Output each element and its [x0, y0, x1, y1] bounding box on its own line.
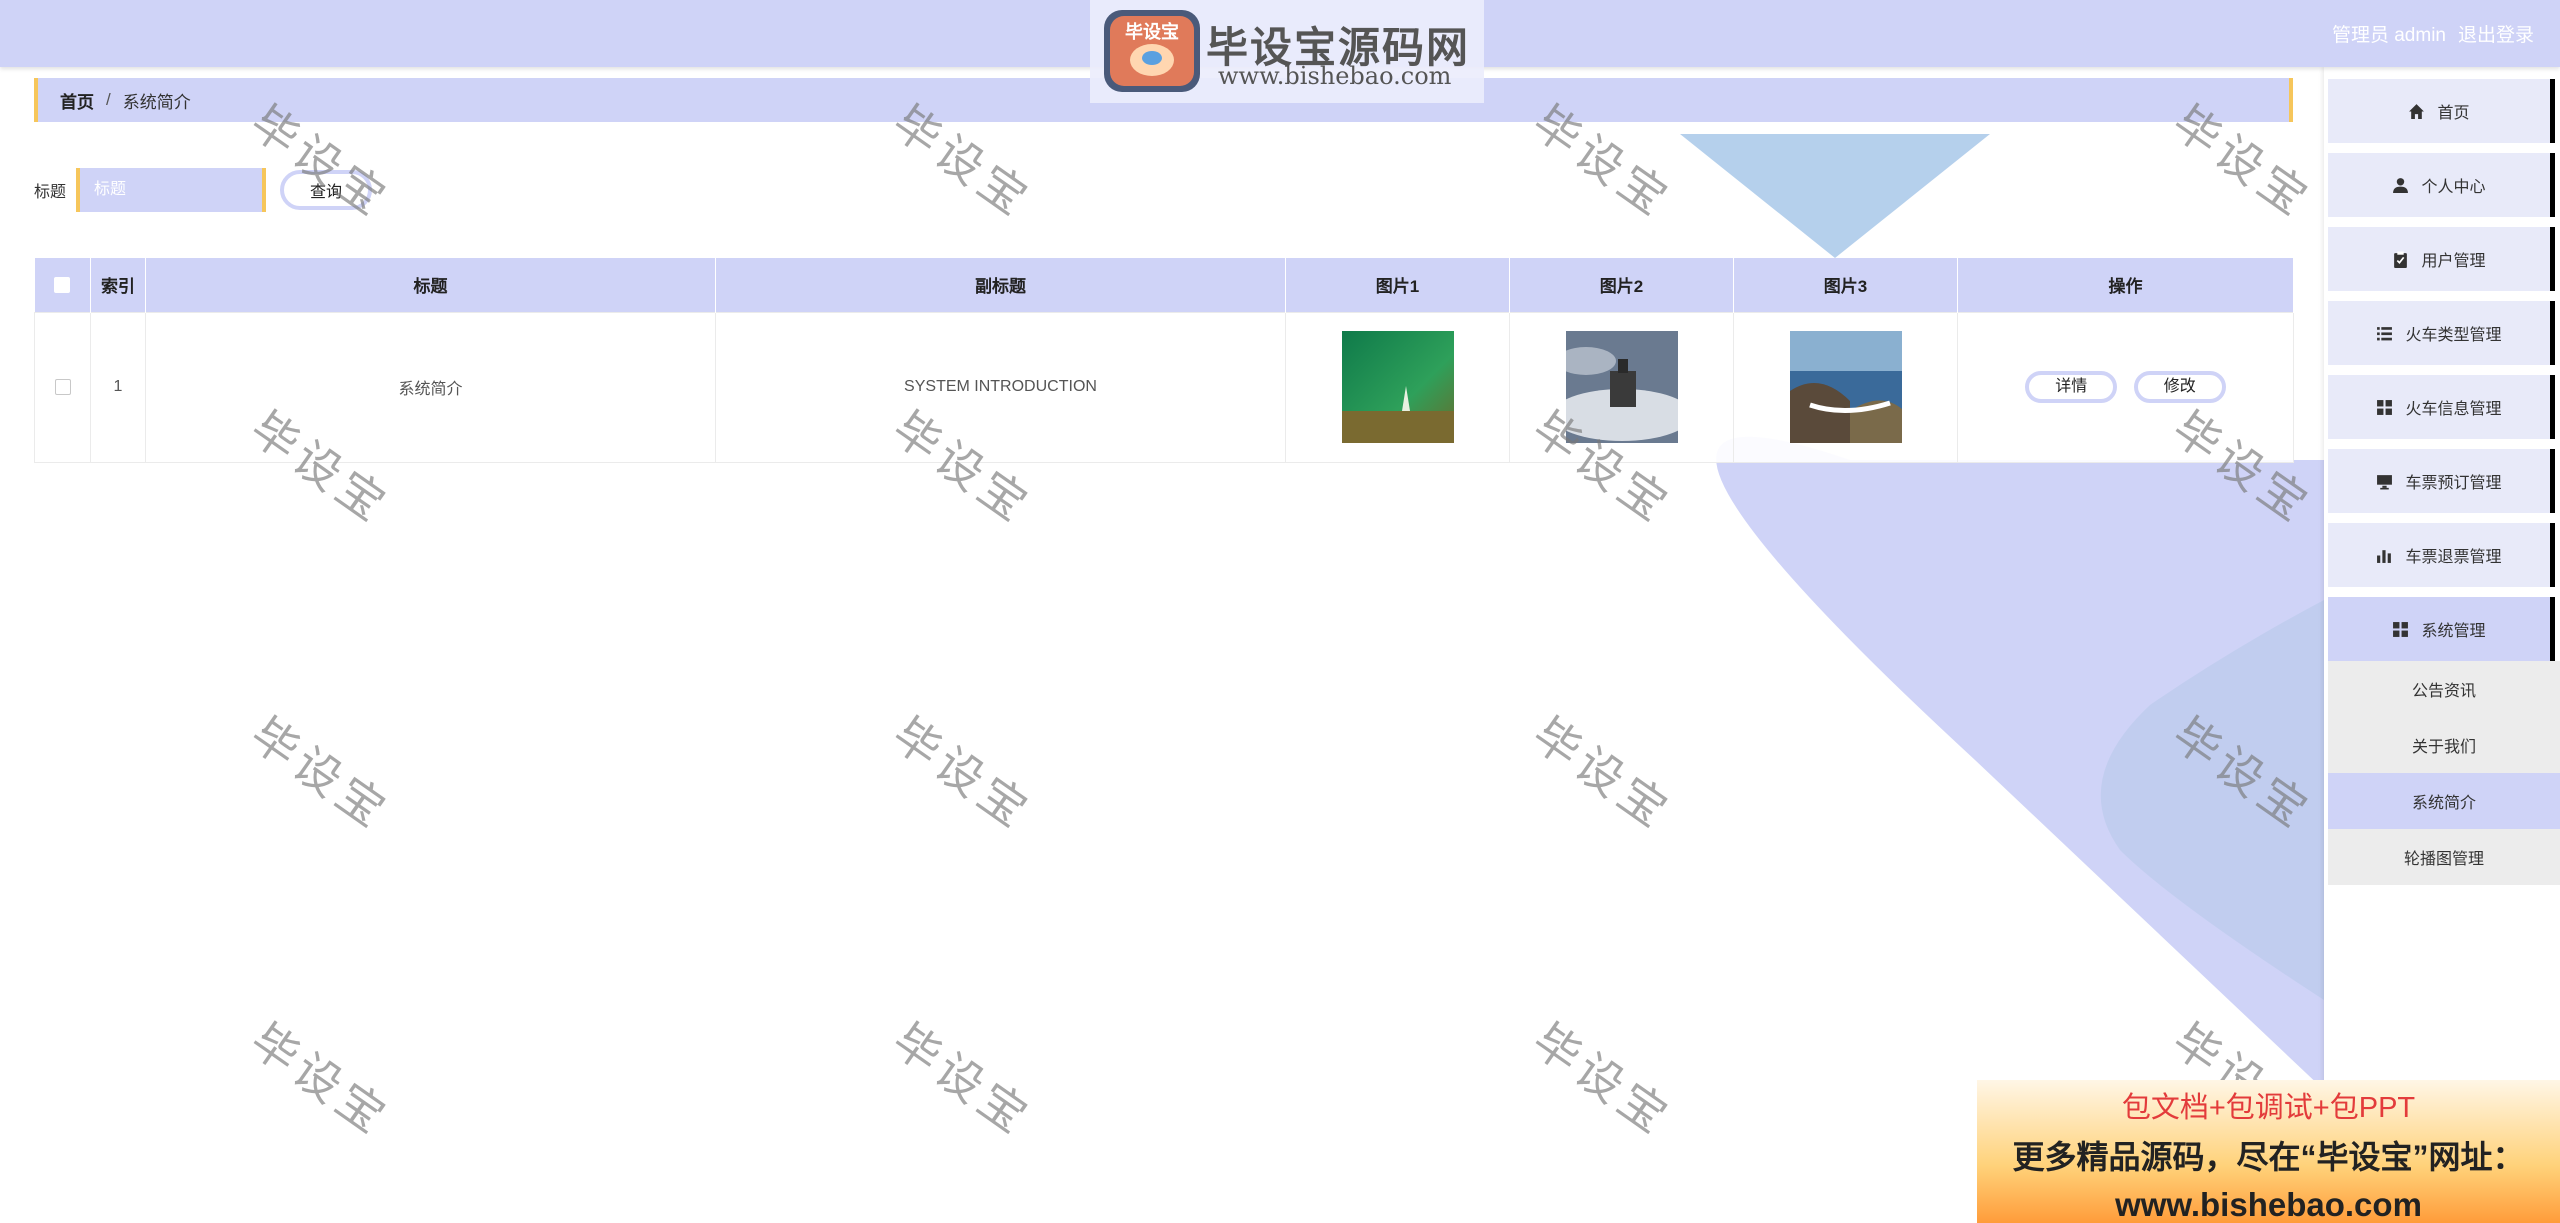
row-select-cell — [34, 311, 91, 463]
column-header-image2: 图片2 — [1509, 258, 1734, 312]
sidebar-item-label: 用户管理 — [2421, 253, 2486, 270]
user-icon — [2393, 177, 2409, 193]
row-image1-cell — [1285, 311, 1510, 463]
sidebar-item-train-info[interactable]: 火车信息管理 — [2328, 375, 2555, 439]
castle-in-clouds-thumbnail[interactable] — [1565, 331, 1678, 443]
search-label: 标题 — [34, 184, 67, 201]
coastal-rocks-thumbnail[interactable] — [1789, 331, 1902, 443]
sidebar-item-system[interactable]: 系统管理 — [2328, 597, 2555, 661]
home-icon — [2409, 103, 2425, 119]
logo-badge-text: 毕设宝 — [1125, 21, 1179, 43]
logout-link[interactable]: 退出登录 — [2458, 20, 2534, 47]
promo-line-2: 更多精品源码，尽在“毕设宝”网址： — [2012, 1139, 2525, 1175]
data-table: 索引 标题 副标题 图片1 图片2 图片3 操作 1 系统简介 SYSTEM I… — [34, 258, 2294, 463]
breadcrumb-separator: / — [106, 90, 111, 109]
breadcrumb-home[interactable]: 首页 — [60, 88, 94, 113]
row-index: 1 — [90, 311, 146, 463]
sidebar-item-label: 个人中心 — [2421, 179, 2486, 196]
sidebar-item-profile[interactable]: 个人中心 — [2328, 153, 2555, 217]
logo-badge-icon: 毕设宝 — [1104, 10, 1200, 92]
column-header-title: 标题 — [145, 258, 716, 312]
sidebar-item-train-types[interactable]: 火车类型管理 — [2328, 301, 2555, 365]
search-button[interactable]: 查询 — [280, 170, 373, 210]
column-header-actions: 操作 — [1957, 258, 2294, 312]
row-image2-cell — [1509, 311, 1734, 463]
grid-icon — [2377, 399, 2393, 415]
row-subtitle: SYSTEM INTRODUCTION — [715, 311, 1286, 463]
row-checkbox[interactable] — [54, 378, 71, 395]
page: 管理员 admin 退出登录 毕设宝 毕设宝源码网 www.bishebao.c… — [0, 0, 2560, 1223]
sidebar-item-label: 火车类型管理 — [2405, 327, 2502, 344]
clipboard-icon — [2394, 251, 2408, 268]
row-image3-cell — [1733, 311, 1958, 463]
background-decoration — [1680, 134, 2324, 1091]
promo-banner[interactable]: 包文档+包调试+包PPT 更多精品源码，尽在“毕设宝”网址： www.bishe… — [1977, 1080, 2560, 1223]
sidebar-item-label: 火车信息管理 — [2405, 401, 2502, 418]
sidebar-item-label: 首页 — [2437, 105, 2470, 122]
list-icon — [2377, 326, 2393, 340]
sidebar-subitem-system-intro[interactable]: 系统简介 — [2328, 773, 2560, 829]
sidebar-subitem-carousel[interactable]: 轮播图管理 — [2328, 829, 2560, 885]
grid-icon — [2393, 621, 2409, 637]
column-header-subtitle: 副标题 — [715, 258, 1286, 312]
detail-button[interactable]: 详情 — [2025, 371, 2118, 403]
bar-chart-icon — [2377, 549, 2392, 563]
user-area: 管理员 admin 退出登录 — [2332, 20, 2534, 47]
sidebar-item-booking[interactable]: 车票预订管理 — [2328, 449, 2555, 513]
column-header-image3: 图片3 — [1733, 258, 1958, 312]
sidebar: 首页 个人中心 用户管理 火车类型管理 火车信息管理 车票预订管理 车票退票管理 — [2324, 67, 2560, 1223]
column-header-index: 索引 — [90, 258, 146, 312]
row-actions: 详情 修改 — [1957, 311, 2294, 463]
select-all-checkbox[interactable] — [54, 277, 71, 294]
sidebar-item-users[interactable]: 用户管理 — [2328, 227, 2555, 291]
current-user-label: 管理员 admin — [2331, 25, 2446, 46]
sidebar-subitem-announcements[interactable]: 公告资讯 — [2328, 661, 2560, 717]
sidebar-subitem-about-us[interactable]: 关于我们 — [2328, 717, 2560, 773]
sidebar-item-refund[interactable]: 车票退票管理 — [2328, 523, 2555, 587]
promo-line-1: 包文档+包调试+包PPT — [2121, 1092, 2416, 1124]
green-nature-thumbnail[interactable] — [1341, 331, 1454, 443]
sidebar-item-label: 车票退票管理 — [2405, 549, 2502, 566]
select-all-header — [34, 258, 91, 312]
site-logo: 毕设宝 毕设宝源码网 www.bishebao.com — [1090, 0, 1484, 103]
promo-url: www.bishebao.com — [2115, 1186, 2422, 1223]
sidebar-item-label: 车票预订管理 — [2405, 475, 2502, 492]
title-search-input[interactable] — [76, 168, 267, 212]
sidebar-item-home[interactable]: 首页 — [2328, 79, 2555, 143]
sidebar-item-label: 系统管理 — [2421, 623, 2486, 640]
edit-button[interactable]: 修改 — [2133, 371, 2226, 403]
table-header-row: 索引 标题 副标题 图片1 图片2 图片3 操作 — [34, 258, 2294, 312]
breadcrumb-current: 系统简介 — [122, 92, 191, 112]
search-form: 标题 查询 — [34, 167, 373, 213]
table-row: 1 系统简介 SYSTEM INTRODUCTION 详情 修改 — [34, 311, 2294, 463]
column-header-image1: 图片1 — [1285, 258, 1510, 312]
row-title: 系统简介 — [145, 311, 716, 463]
monitor-icon — [2377, 474, 2393, 489]
logo-url: www.bishebao.com — [1218, 62, 1452, 90]
